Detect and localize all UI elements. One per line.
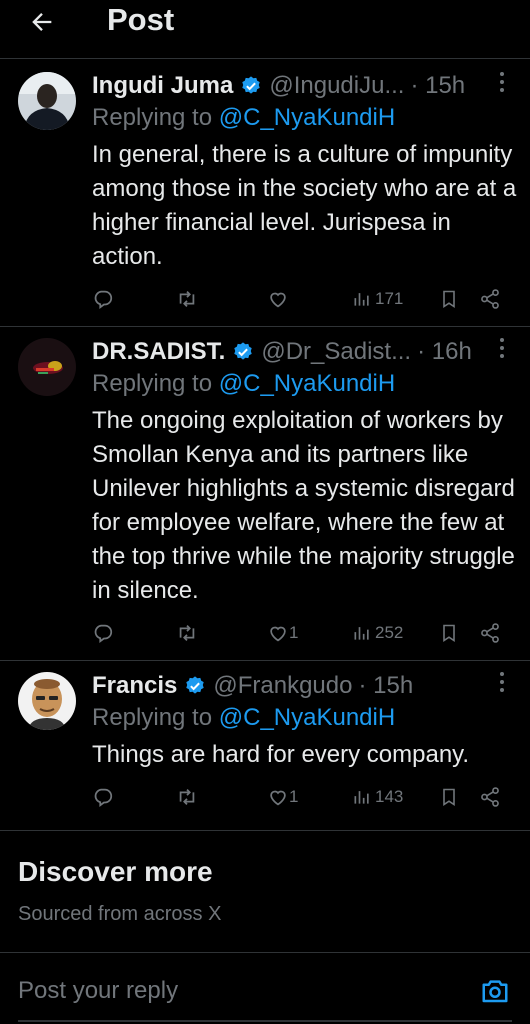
page-title: Post	[107, 2, 175, 37]
retweet-icon	[179, 625, 195, 641]
views-icon	[354, 627, 369, 640]
reply-post[interactable]: DR.SADIST. @Dr_Sadist... · 16h Replying …	[0, 326, 530, 661]
bookmark-icon	[443, 788, 455, 806]
replying-to: Replying to @C_NyaKundiH	[92, 104, 395, 132]
retweet-icon	[179, 789, 195, 805]
replying-to-link[interactable]: @C_NyaKundiH	[219, 704, 395, 731]
repost-button[interactable]	[175, 284, 199, 314]
display-name[interactable]: Francis	[92, 672, 177, 700]
action-bar: 1 252	[92, 618, 512, 648]
views-button[interactable]: 252	[352, 618, 403, 648]
post-text: In general, there is a culture of impuni…	[92, 141, 517, 270]
reply-icon	[94, 624, 113, 643]
bookmark-icon	[443, 290, 455, 308]
like-button[interactable]	[267, 284, 289, 314]
reply-button[interactable]	[92, 782, 114, 812]
bookmark-button[interactable]	[439, 782, 459, 812]
discover-subtitle: Sourced from across X	[18, 903, 222, 925]
display-name[interactable]: DR.SADIST.	[92, 338, 225, 366]
reply-button[interactable]	[92, 618, 114, 648]
view-count: 143	[375, 787, 404, 806]
more-icon[interactable]	[496, 334, 508, 362]
like-count: 1	[289, 787, 299, 806]
share-button[interactable]	[479, 618, 501, 648]
replying-to: Replying to @C_NyaKundiH	[92, 370, 395, 398]
back-arrow-icon	[32, 13, 52, 31]
reply-post[interactable]: Ingudi Juma @IngudiJu... · 15h Replying …	[0, 60, 530, 327]
reply-composer	[0, 952, 530, 1024]
share-button[interactable]	[479, 782, 501, 812]
avatar[interactable]	[18, 672, 76, 730]
share-icon	[481, 787, 499, 807]
replying-to-link[interactable]: @C_NyaKundiH	[219, 104, 395, 131]
like-count: 1	[289, 623, 299, 642]
share-button[interactable]	[479, 284, 501, 314]
bookmark-icon	[443, 624, 455, 642]
post-text: Things are hard for every company.	[92, 741, 470, 768]
like-icon	[270, 626, 286, 642]
post-text: The ongoing exploitation of workers by S…	[92, 407, 515, 604]
timestamp[interactable]: · 15h	[358, 672, 413, 700]
post-header: Ingudi Juma @IngudiJu... · 15h	[92, 70, 512, 102]
replying-to-label: Replying to	[92, 104, 213, 131]
like-button[interactable]: 1	[267, 618, 298, 648]
reply-underline	[18, 1020, 512, 1022]
views-icon	[354, 293, 369, 306]
verified-badge-icon	[232, 341, 254, 363]
discover-more-section: Discover more Sourced from across X	[0, 830, 530, 953]
like-icon	[270, 790, 286, 806]
replying-to-label: Replying to	[92, 370, 213, 397]
repost-button[interactable]	[175, 618, 199, 648]
user-handle[interactable]: @IngudiJu...	[269, 72, 404, 100]
more-icon[interactable]	[496, 668, 508, 696]
share-icon	[481, 289, 499, 309]
share-icon	[481, 623, 499, 643]
reply-icon	[94, 788, 113, 807]
more-icon[interactable]	[496, 68, 508, 96]
post-header: Francis @Frankgudo · 15h	[92, 670, 512, 702]
replying-to: Replying to @C_NyaKundiH	[92, 704, 395, 732]
views-button[interactable]: 143	[352, 782, 403, 812]
user-handle[interactable]: @Dr_Sadist...	[261, 338, 411, 366]
retweet-icon	[179, 291, 195, 307]
user-handle[interactable]: @Frankgudo	[213, 672, 352, 700]
display-name[interactable]: Ingudi Juma	[92, 72, 233, 100]
like-button[interactable]: 1	[267, 782, 298, 812]
reply-button[interactable]	[92, 284, 114, 314]
reply-input[interactable]	[18, 972, 438, 1010]
reply-post[interactable]: Francis @Frankgudo · 15h Replying to @C_…	[0, 660, 530, 831]
avatar[interactable]	[18, 338, 76, 396]
replying-to-link[interactable]: @C_NyaKundiH	[219, 370, 395, 397]
verified-badge-icon	[240, 75, 262, 97]
discover-title: Discover more	[18, 856, 213, 887]
action-bar: 1 143	[92, 782, 512, 812]
verified-badge-icon	[184, 675, 206, 697]
post-header: DR.SADIST. @Dr_Sadist... · 16h	[92, 336, 512, 368]
bookmark-button[interactable]	[439, 618, 459, 648]
action-bar: 171	[92, 284, 512, 314]
top-bar: Post	[0, 0, 530, 59]
like-icon	[270, 292, 286, 308]
view-count: 252	[375, 623, 404, 642]
views-button[interactable]: 171	[352, 284, 403, 314]
repost-button[interactable]	[175, 782, 199, 812]
camera-icon	[482, 980, 508, 1003]
replying-to-label: Replying to	[92, 704, 213, 731]
views-icon	[354, 791, 369, 804]
camera-button[interactable]	[478, 974, 512, 1008]
back-button[interactable]	[22, 4, 62, 40]
reply-icon	[94, 290, 113, 309]
bookmark-button[interactable]	[439, 284, 459, 314]
avatar[interactable]	[18, 72, 76, 130]
view-count: 171	[375, 289, 404, 308]
timestamp[interactable]: · 15h	[410, 72, 465, 100]
timestamp[interactable]: · 16h	[417, 338, 472, 366]
